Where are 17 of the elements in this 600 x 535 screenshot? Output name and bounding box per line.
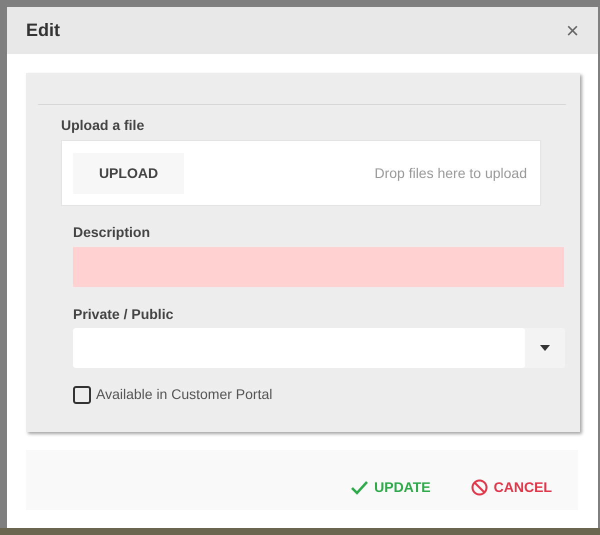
dropzone-hint: Drop files here to upload [374,164,527,183]
field-label: Description [73,223,152,242]
field-label: Upload a file [61,116,146,135]
dialog-title: Edit [26,19,60,42]
privacy-select[interactable] [73,328,565,368]
description-field[interactable] [73,247,564,287]
portal-checkbox[interactable] [73,386,91,404]
cancel-button[interactable]: CANCEL [470,477,552,498]
checkmark-icon [351,480,368,494]
field-label: Private / Public [73,305,174,324]
checkbox-label: Available in Customer Portal [96,385,272,404]
dropdown-caret-icon [540,345,550,351]
close-button[interactable]: × [566,20,579,42]
upload-dropzone[interactable]: UPLOAD Drop files here to upload [61,140,541,206]
upload-button[interactable]: UPLOAD [73,152,184,194]
prohibited-icon [470,479,488,496]
update-button[interactable]: UPDATE [351,477,431,498]
